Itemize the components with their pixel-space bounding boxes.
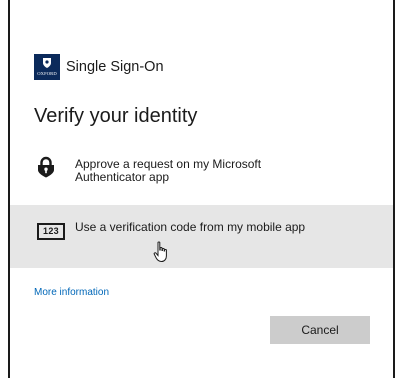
sign-in-page: OXFORD Single Sign-On Verify your identi… bbox=[0, 0, 401, 378]
page-title: Verify your identity bbox=[34, 105, 198, 127]
oxford-logo: OXFORD bbox=[34, 54, 60, 80]
window-frame-right bbox=[393, 0, 395, 378]
brand-header: OXFORD Single Sign-On bbox=[34, 54, 164, 80]
lock-icon bbox=[37, 156, 55, 178]
option-authenticator-approve[interactable]: Approve a request on my Microsoft Authen… bbox=[10, 146, 393, 200]
option-verification-code[interactable]: 123 Use a verification code from my mobi… bbox=[10, 205, 393, 268]
option-label: Use a verification code from my mobile a… bbox=[75, 220, 306, 234]
brand-name: Single Sign-On bbox=[66, 59, 164, 75]
logo-text: OXFORD bbox=[37, 71, 57, 76]
crest-icon bbox=[43, 58, 51, 68]
code-icon: 123 bbox=[37, 223, 65, 240]
more-information-link[interactable]: More information bbox=[34, 287, 109, 298]
hand-cursor-icon bbox=[153, 241, 167, 263]
option-label: Approve a request on my Microsoft Authen… bbox=[75, 157, 262, 184]
cancel-button[interactable]: Cancel bbox=[270, 316, 370, 344]
